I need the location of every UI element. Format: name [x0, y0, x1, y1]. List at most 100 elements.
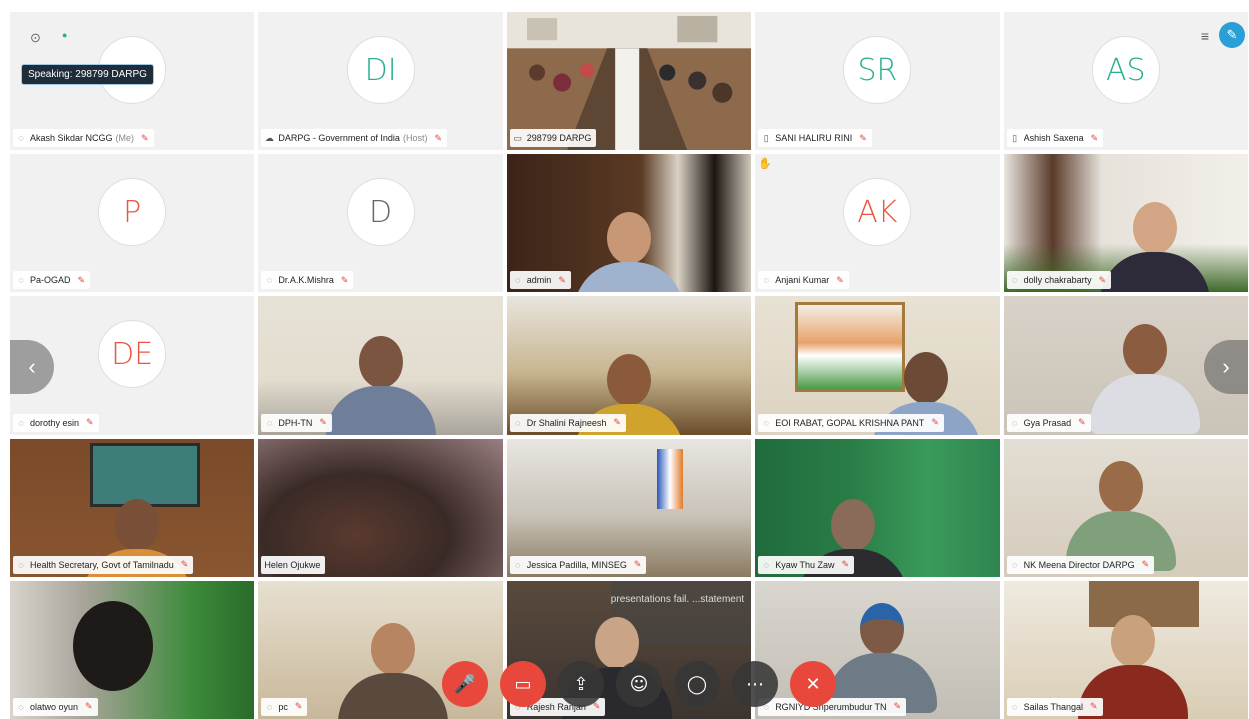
host-icon: ☁ [264, 132, 274, 143]
video-off-button[interactable]: ▭ [500, 661, 546, 707]
participant-name-tag: ◌ Dr.A.K.Mishra ✎ [261, 271, 354, 290]
pin-icon: ◌ [763, 275, 769, 286]
mic-muted-icon: ✎ [434, 132, 442, 143]
pin-icon: ◌ [763, 417, 769, 428]
mic-muted-icon: ✎ [340, 274, 349, 285]
avatar: DE [98, 320, 167, 389]
participant-name-tag: ◌ Sailas Thangal ✎ [1006, 697, 1103, 716]
participant-name-tag: ◌ olatwo oyun ✎ [13, 697, 98, 716]
avatar: DI [346, 36, 415, 105]
pin-icon: ◌ [18, 417, 24, 428]
wall-screen [90, 442, 200, 507]
participant-name-tag: ◌ NK Meena Director DARPG ✎ [1006, 555, 1155, 574]
participant-tile[interactable]: P ◌ Pa-OGAD ✎ [10, 154, 255, 293]
participant-silhouette [1100, 202, 1211, 293]
participant-name-tag: Helen Ojukwe [261, 555, 326, 574]
participant-silhouette [337, 622, 448, 719]
participant-name-tag: ◌ Health Secretary, Govt of Tamilnadu ✎ [13, 555, 194, 574]
mic-muted-icon: ✎ [86, 417, 94, 428]
mic-muted-icon: ✎ [558, 274, 566, 285]
participant-name-tag: ◌ Anjani Kumar ✎ [758, 271, 849, 290]
participant-silhouette [1090, 324, 1201, 435]
participant-tile[interactable]: ◌ DPH-TN ✎ [258, 296, 503, 435]
mic-muted-button[interactable]: 🎤 [442, 661, 488, 707]
pin-icon: ◌ [266, 417, 273, 428]
mic-muted-icon: ✎ [613, 417, 621, 428]
participant-name-tag: ▭ 298799 DARPG [509, 129, 597, 148]
participant-tile[interactable]: ◌ Jessica Padilla, MINSEG ✎ [506, 438, 752, 577]
pin-icon: ◌ [18, 275, 24, 286]
pin-icon: ◌ [1011, 559, 1018, 570]
participant-silhouette [58, 600, 168, 711]
participant-silhouette [573, 212, 684, 293]
pin-icon: ◌ [18, 559, 24, 570]
mic-muted-icon: ✎ [1090, 132, 1099, 143]
participant-name-tag: ◌ pc ✎ [261, 697, 308, 716]
end-call-button[interactable]: ✕ [790, 661, 836, 707]
mic-muted-icon: ✎ [85, 701, 93, 712]
mic-muted-icon: ✎ [931, 417, 939, 428]
flag-stand [656, 448, 683, 509]
more-options-button[interactable]: ⋯ [732, 661, 778, 707]
participant-name-tag: ◌ admin ✎ [509, 271, 571, 290]
pin-icon: ◌ [266, 701, 273, 712]
pin-icon: ◌ [1011, 701, 1018, 712]
pin-icon: ◌ [1011, 275, 1018, 286]
pin-icon: ◌ [515, 559, 521, 570]
caption-text: presentations fail. ...statement [610, 593, 745, 605]
participant-silhouette [1065, 460, 1176, 571]
participant-grid: ⊙ ● Speaking: 298799 DARPG ◌ Akash Sikdar… [10, 12, 1248, 719]
participant-name-tag: ◌ dorothy esin ✎ [13, 413, 99, 432]
status-dot-icon: ● [62, 30, 68, 40]
mic-muted-icon: ✎ [893, 701, 902, 712]
participant-tile[interactable]: ◌ Health Secretary, Govt of Tamilnadu ✎ [10, 438, 255, 577]
mic-muted-icon: ✎ [633, 559, 642, 570]
participant-tile[interactable]: AS ▯ Ashish Saxena ✎ [1003, 12, 1248, 151]
participant-name-tag: ▯ Ashish Saxena ✎ [1006, 129, 1104, 148]
participant-tile[interactable]: D ◌ Dr.A.K.Mishra ✎ [258, 154, 503, 293]
avatar: P [98, 178, 167, 247]
participant-name-tag: ☁ DARPG - Government of India (Host) ✎ [261, 129, 447, 148]
pin-icon: ◌ [515, 275, 521, 286]
pin-icon: ◌ [515, 417, 521, 428]
participant-tile[interactable]: ◌ olatwo oyun ✎ [10, 580, 255, 719]
participant-name-tag: ▯ SANI HALIRU RINI ✎ [758, 129, 872, 148]
participant-tile[interactable]: DI ☁ DARPG - Government of India (Host) ✎ [258, 12, 503, 151]
settings-icon[interactable]: ⊙ [30, 30, 41, 46]
phone-icon: ▯ [1012, 132, 1018, 143]
participant-tile[interactable]: ◌ Dr Shalini Rajneesh ✎ [506, 296, 752, 435]
mic-muted-icon: ✎ [294, 701, 303, 712]
participants-button[interactable]: ☺ [616, 661, 662, 707]
participant-name-tag: ◌ Gya Prasad ✎ [1006, 413, 1091, 432]
participant-tile[interactable]: SR ▯ SANI HALIRU RINI ✎ [755, 12, 1000, 151]
participant-name-tag: ◌ EOI RABAT, GOPAL KRISHNA PANT ✎ [758, 413, 944, 432]
mic-muted-icon: ✎ [1089, 701, 1098, 712]
avatar: AS [1091, 36, 1160, 105]
chat-button[interactable]: ◯ [674, 661, 720, 707]
mic-muted-icon: ✎ [141, 132, 149, 143]
participant-tile[interactable]: ◌ EOI RABAT, GOPAL KRISHNA PANT ✎ [755, 296, 1000, 435]
meeting-toolbar: 🎤 ▭ ⇪ ☺ ◯ ⋯ ✕ [442, 661, 836, 707]
mic-muted-icon: ✎ [859, 132, 867, 143]
mic-muted-icon: ✎ [1141, 559, 1150, 570]
participant-tile[interactable]: ◌ Kyaw Thu Zaw ✎ [755, 438, 1000, 577]
participant-tile[interactable]: ◌ NK Meena Director DARPG ✎ [1003, 438, 1248, 577]
participant-name-tag: ◌ DPH-TN ✎ [261, 413, 332, 432]
menu-icon[interactable]: ≡ [1201, 28, 1209, 44]
participant-tile[interactable]: ✋ AK ◌ Anjani Kumar ✎ [755, 154, 1000, 293]
participant-name-tag: ◌ Dr Shalini Rajneesh ✎ [509, 413, 626, 432]
mic-muted-icon: ✎ [77, 274, 86, 285]
participant-tile[interactable]: Helen Ojukwe [258, 438, 503, 577]
participant-name-tag: ◌ Kyaw Thu Zaw ✎ [758, 555, 855, 574]
participant-tile[interactable]: ◌ Sailas Thangal ✎ [1003, 580, 1248, 719]
participant-name-tag: ◌ dolly chakrabarty ✎ [1006, 271, 1112, 290]
pin-icon: ◌ [18, 701, 24, 712]
chat-panel-icon[interactable]: ✎ [1219, 22, 1245, 48]
participant-tile[interactable]: ◌ dolly chakrabarty ✎ [1003, 154, 1248, 293]
participant-tile[interactable]: ⊙ ● Speaking: 298799 DARPG ◌ Akash Sikdar… [10, 12, 255, 151]
participant-tile[interactable]: ◌ admin ✎ [506, 154, 752, 293]
speaking-banner: Speaking: 298799 DARPG [21, 64, 154, 85]
share-screen-button[interactable]: ⇪ [558, 661, 604, 707]
avatar: AK [843, 178, 912, 247]
participant-tile-active-speaker[interactable]: ▭ 298799 DARPG [506, 12, 752, 151]
